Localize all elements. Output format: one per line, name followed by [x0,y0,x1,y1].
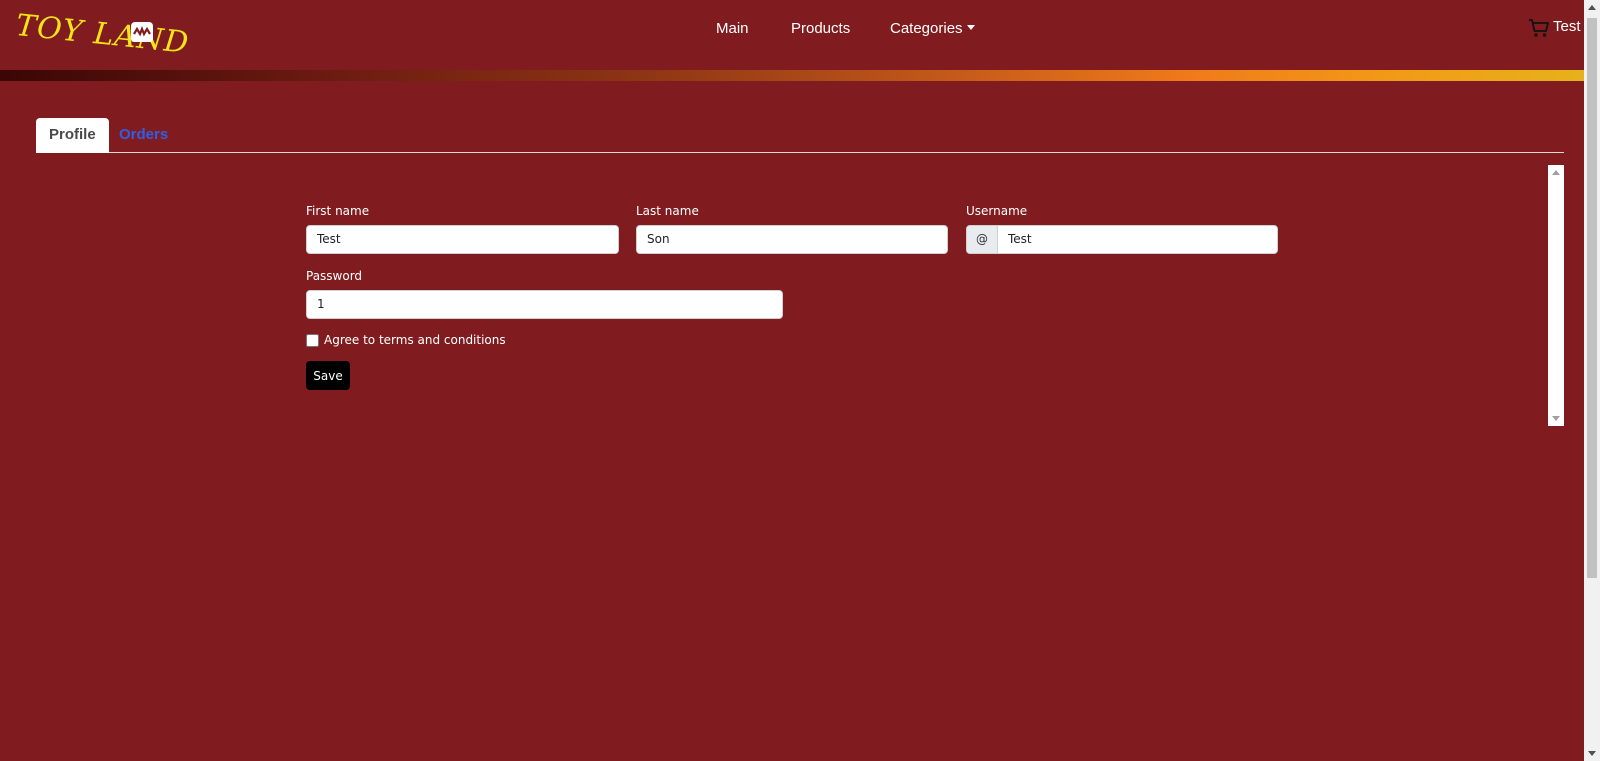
page-scrollbar[interactable] [1584,0,1600,761]
main-nav: Main Products Categories [0,20,1584,42]
nav-products-link[interactable]: Products [791,20,850,37]
top-navbar: TOY LAND Main Products Categories Test [0,0,1584,70]
terms-label[interactable]: Agree to terms and conditions [324,333,506,347]
gradient-divider [0,70,1584,81]
last-name-label: Last name [636,204,699,218]
first-name-label: First name [306,204,370,218]
first-name-input[interactable]: Test [306,225,619,254]
user-name: Test [1553,18,1581,35]
page-scroll-down-icon[interactable] [1588,751,1596,756]
last-name-input[interactable]: Son [636,225,948,254]
username-input[interactable]: Test [1008,226,1032,253]
password-input[interactable]: 1 [306,290,783,319]
nav-categories-label: Categories [890,20,963,37]
page-scroll-up-icon[interactable] [1588,5,1596,10]
nav-main-link[interactable]: Main [716,20,749,37]
form-scrollbar[interactable] [1548,165,1564,426]
caret-down-icon [966,25,975,30]
profile-tabs: Profile Orders [36,118,1564,153]
username-label: Username [966,204,1028,218]
at-sign-addon: @ [967,226,998,253]
tab-orders[interactable]: Orders [106,118,181,153]
username-input-group[interactable]: @ Test [966,225,1278,254]
scroll-down-icon[interactable] [1552,416,1560,421]
password-label: Password [306,269,363,283]
scroll-up-icon[interactable] [1552,170,1560,175]
page-scroll-thumb[interactable] [1587,18,1597,578]
tab-profile[interactable]: Profile [36,118,109,153]
cart-button[interactable]: Test [1528,16,1588,40]
terms-checkbox[interactable] [306,334,319,347]
nav-categories-dropdown[interactable]: Categories [890,20,975,37]
shopping-cart-icon [1529,19,1549,37]
save-button[interactable]: Save [306,361,350,390]
